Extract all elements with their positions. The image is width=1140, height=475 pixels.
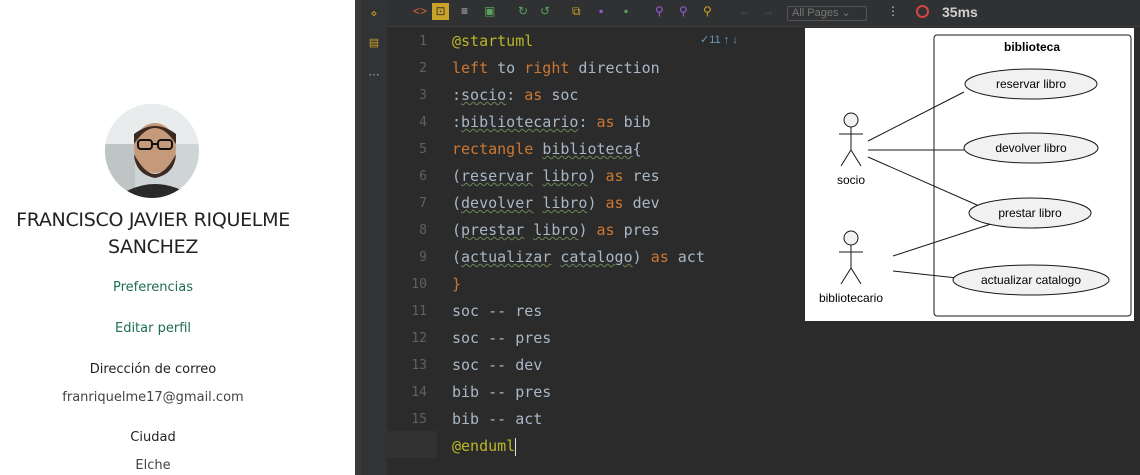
usecase-label: actualizar catalogo (981, 273, 1081, 287)
refresh-icon[interactable]: ↺ (540, 3, 550, 20)
line-number: 1 (419, 34, 427, 49)
code-line[interactable]: bib -- pres (452, 383, 551, 401)
stopwatch-icon (916, 5, 929, 18)
code-line[interactable]: bib -- act (452, 410, 542, 428)
code-line[interactable]: soc -- pres (452, 329, 551, 347)
line-number: 2 (419, 61, 427, 76)
code-line[interactable]: :socio: as soc (452, 86, 578, 104)
city-label: Ciudad (130, 430, 176, 445)
pages-select[interactable]: All Pages ⌄ (787, 6, 867, 21)
zoom-out-icon[interactable]: ⚲ (679, 3, 688, 20)
city-value: Elche (135, 458, 171, 473)
code-line-active[interactable]: @enduml (452, 437, 517, 456)
pages-select-value: All Pages (792, 7, 839, 19)
next-page-icon[interactable]: → (762, 3, 774, 20)
code-editor[interactable]: @startuml left to right direction :socio… (437, 27, 797, 475)
code-line[interactable]: soc -- dev (452, 356, 542, 374)
more-icon[interactable]: ⋯ (367, 68, 381, 81)
profile-panel: FRANCISCO JAVIER RIQUELME SANCHEZ Prefer… (0, 0, 330, 475)
zoom-fit-icon[interactable]: ⚲ (703, 3, 712, 20)
line-number: 8 (419, 223, 427, 238)
actor-socio-label: socio (837, 173, 865, 187)
export-icon[interactable]: ▪ (624, 3, 628, 20)
code-text: @enduml (452, 437, 516, 455)
code-line[interactable]: (prestar libro) as pres (452, 221, 660, 239)
code-line[interactable]: (actualizar catalogo) as act (452, 248, 705, 266)
save-icon[interactable]: ▪ (599, 3, 603, 20)
code-line[interactable]: @startuml (452, 32, 533, 50)
prev-page-icon[interactable]: ← (739, 3, 751, 20)
inspection-widget[interactable]: ✓11 ↑ ↓ (700, 33, 738, 46)
match-count: 11 (709, 34, 721, 46)
plantuml-toolbar: <> ⊡ ≡ ▣ ↻ ↺ ⧉ ▪ ▪ ⚲ ⚲ ⚲ ← → All Pages ⌄… (387, 0, 1140, 27)
zoom-in-icon[interactable]: ⚲ (655, 3, 664, 20)
profile-name-line2: SANCHEZ (107, 236, 199, 258)
reload-icon[interactable]: ↻ (518, 3, 528, 20)
prev-match-icon[interactable]: ↑ (724, 34, 730, 46)
usecase-label: reservar libro (996, 77, 1066, 91)
code-text: } (452, 275, 462, 293)
line-number-gutter: 1 2 3 4 5 6 7 8 9 10 11 12 13 14 15 16 (387, 27, 437, 475)
line-number: 9 (419, 250, 427, 265)
uml-diagram-preview: biblioteca socio bibliotecario reservar … (805, 28, 1134, 321)
system-name: biblioteca (1004, 40, 1060, 54)
avatar (105, 104, 199, 198)
code-text: @startuml (452, 32, 534, 50)
split-view-icon[interactable]: ⊡ (432, 3, 449, 20)
next-match-icon[interactable]: ↓ (732, 34, 738, 46)
profile-name-line1: FRANCISCO JAVIER RIQUELME (16, 209, 290, 231)
bookmarks-icon[interactable]: ▤ (367, 36, 381, 49)
profile-name: FRANCISCO JAVIER RIQUELME SANCHEZ (0, 207, 306, 261)
code-line[interactable]: (devolver libro) as dev (452, 194, 660, 212)
text-caret (515, 437, 517, 456)
copy-icon[interactable]: ⧉ (572, 3, 581, 20)
usecase-label: prestar libro (998, 206, 1062, 220)
render-time: 35ms (942, 4, 978, 20)
line-number: 6 (419, 169, 427, 184)
code-line[interactable]: rectangle biblioteca{ (452, 140, 642, 158)
code-line[interactable]: :bibliotecario: as bib (452, 113, 651, 131)
source-toggle-icon[interactable]: <> (413, 3, 427, 20)
code-line[interactable]: (reservar libro) as res (452, 167, 660, 185)
menu-icon[interactable]: ≡ (461, 3, 468, 20)
line-number: 10 (411, 277, 427, 292)
email-value: franriquelme17@gmail.com (62, 390, 244, 405)
code-line[interactable]: soc -- res (452, 302, 542, 320)
line-number: 14 (411, 385, 427, 400)
line-number: 13 (411, 358, 427, 373)
kebab-icon[interactable]: ⋮ (887, 3, 899, 20)
preview-icon[interactable]: ▣ (484, 3, 495, 20)
preferences-link[interactable]: Preferencias (0, 280, 306, 295)
code-line[interactable]: left to right direction (452, 59, 660, 77)
actor-socio-icon (839, 112, 863, 167)
actor-bibliotecario-icon (839, 230, 863, 285)
usecase-label: devolver libro (995, 141, 1067, 155)
line-number: 15 (411, 412, 427, 427)
line-number: 12 (411, 331, 427, 346)
tool-strip: ⋄ ▤ ⋯ (361, 0, 387, 475)
line-number: 11 (411, 304, 427, 319)
line-number: 7 (419, 196, 427, 211)
line-number: 3 (419, 88, 427, 103)
actor-bibliotecario-label: bibliotecario (819, 291, 883, 305)
edit-profile-link[interactable]: Editar perfil (0, 321, 306, 336)
email-label: Dirección de correo (89, 362, 217, 377)
check-icon: ✓ (700, 34, 710, 46)
code-line[interactable]: } (452, 275, 461, 293)
line-number: 4 (419, 115, 427, 130)
line-number: 5 (419, 142, 427, 157)
structure-icon[interactable]: ⋄ (367, 7, 381, 20)
